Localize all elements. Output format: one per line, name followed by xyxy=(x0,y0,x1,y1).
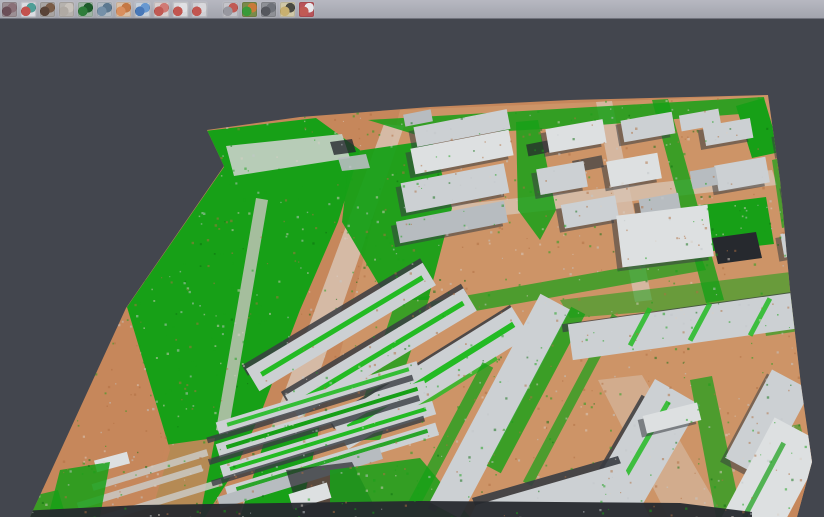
fit-selection-icon[interactable] xyxy=(192,2,207,17)
bldg-edge-1-shadow xyxy=(771,129,818,158)
point-cloud-render xyxy=(0,19,824,517)
profile-view-icon[interactable] xyxy=(97,2,112,17)
terrain-layers xyxy=(0,95,824,517)
bldg-edge-2-shadow xyxy=(779,182,822,211)
points-display-icon[interactable] xyxy=(59,2,74,17)
color-map-icon[interactable] xyxy=(242,2,257,17)
viewport-3d[interactable] xyxy=(0,19,824,517)
target-point-icon[interactable] xyxy=(173,2,188,17)
ortho-view-icon[interactable] xyxy=(116,2,131,17)
bldg-edge-2 xyxy=(784,178,824,207)
bldg-square-big xyxy=(616,205,714,268)
layers-icon[interactable] xyxy=(299,2,314,17)
classification-list-icon[interactable] xyxy=(154,2,169,17)
application-window xyxy=(0,0,824,517)
grid-tool-icon[interactable] xyxy=(223,2,238,17)
measure-tool-icon[interactable] xyxy=(280,2,295,17)
terrain-model-icon[interactable] xyxy=(40,2,55,17)
surface-model-icon[interactable] xyxy=(78,2,93,17)
toolbar xyxy=(0,0,824,19)
bldg-edge-1 xyxy=(776,125,823,154)
classified-points-icon[interactable] xyxy=(21,2,36,17)
sphere-render-icon[interactable] xyxy=(261,2,276,17)
globe-view-icon[interactable] xyxy=(135,2,150,17)
bldg-edge-3 xyxy=(780,226,824,257)
open-project-icon[interactable] xyxy=(2,2,17,17)
